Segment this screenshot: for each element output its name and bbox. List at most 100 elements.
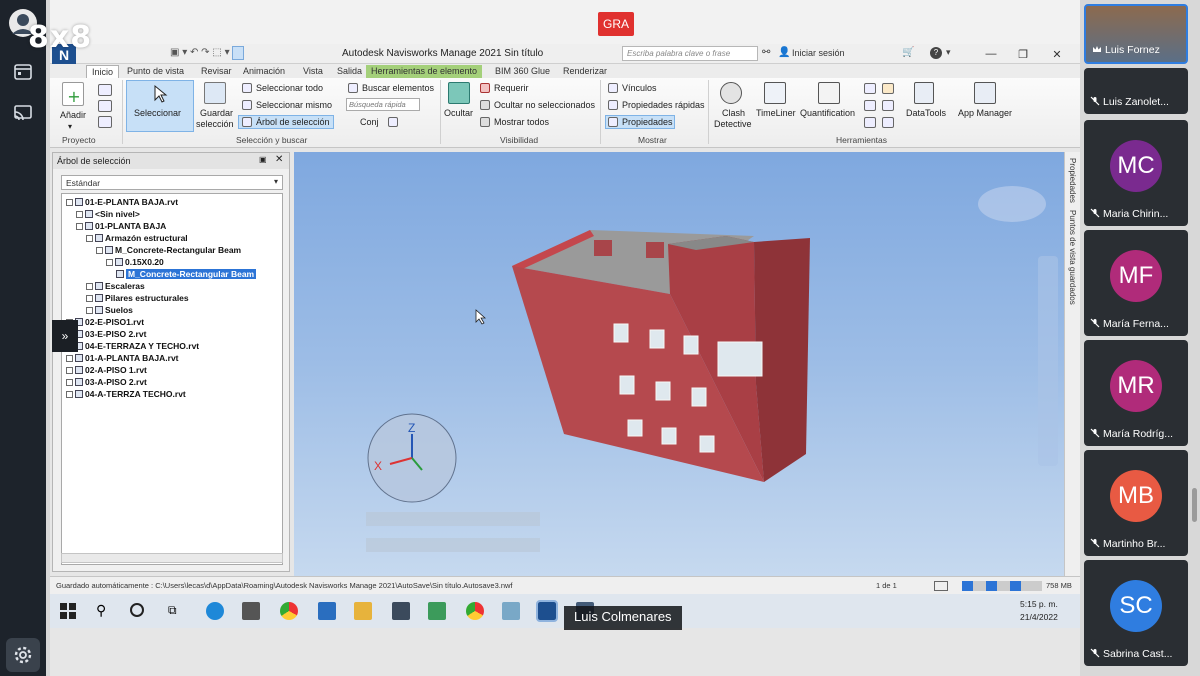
clash-label-2[interactable]: Detective [714, 119, 752, 129]
app-icon[interactable] [502, 602, 520, 620]
tab-punto-de-vista[interactable]: Punto de vista [122, 65, 189, 78]
datatools-button[interactable]: DataTools [906, 108, 946, 118]
tree-node[interactable]: Suelos [86, 304, 133, 316]
tool-small-icon[interactable] [882, 117, 894, 128]
tab-salida[interactable]: Salida [332, 65, 367, 78]
cart-icon[interactable]: 🛒 [902, 47, 914, 58]
sets-button[interactable]: Conj [360, 117, 379, 127]
chevron-down-icon[interactable]: ▾ [946, 47, 951, 58]
navisworks-taskbar-icon[interactable] [536, 600, 558, 622]
help-icon[interactable]: ? [930, 47, 942, 59]
excel-icon[interactable] [428, 602, 446, 620]
sets-icon[interactable] [388, 117, 398, 127]
expand-toggle-icon[interactable] [76, 223, 83, 230]
tree-node[interactable]: Escaleras [86, 280, 145, 292]
quick-find-input[interactable]: Búsqueda rápida [346, 98, 420, 111]
windows-start-icon[interactable] [60, 603, 76, 619]
select-cursor-icon[interactable] [232, 46, 244, 60]
expand-toggle-icon[interactable] [66, 355, 73, 362]
app-manager-button[interactable]: App Manager [958, 108, 1012, 118]
saved-viewpoints-side-tab[interactable]: Puntos de vista guardados [1068, 210, 1077, 305]
tab-animación[interactable]: Animación [238, 65, 290, 78]
expand-panel-button[interactable]: » [52, 320, 78, 352]
participant-scrollbar[interactable] [1192, 488, 1197, 522]
quick-access-toolbar-icon[interactable]: ▣ ▾ ↶ ↷ ⬚ ▾ [170, 47, 230, 58]
mail-icon[interactable] [318, 602, 336, 620]
keyword-search-input[interactable]: Escriba palabra clave o frase [622, 46, 758, 61]
tab-bim-360-glue[interactable]: BIM 360 Glue [490, 65, 555, 78]
store-icon[interactable] [242, 602, 260, 620]
participant-tile[interactable]: SC Sabrina Cast... [1084, 560, 1188, 666]
tree-node[interactable]: Pilares estructurales [86, 292, 189, 304]
calendar-button[interactable] [6, 54, 40, 88]
chrome-icon[interactable] [466, 602, 484, 620]
tree-mode-select[interactable]: Estándar ▾ [61, 175, 283, 190]
tree-node[interactable]: <Sin nivel> [76, 208, 140, 220]
expand-toggle-icon[interactable] [86, 307, 93, 314]
select-all-button[interactable]: Seleccionar todo [256, 83, 323, 93]
edge-icon[interactable] [206, 602, 224, 620]
signin-link[interactable]: Iniciar sesión [792, 48, 845, 58]
clash-label[interactable]: Clash [722, 108, 745, 118]
tool-small-icon[interactable] [864, 117, 876, 128]
participant-tile[interactable]: Luis Zanolet... [1084, 68, 1188, 114]
tool-small-icon[interactable] [882, 100, 894, 111]
select-same-button[interactable]: Seleccionar mismo [256, 100, 332, 110]
tree-node[interactable]: 0.15X0.20 [106, 256, 164, 268]
file-explorer-icon[interactable] [354, 602, 372, 620]
participant-tile[interactable]: MC Maria Chirin... [1084, 120, 1188, 226]
reset-icon[interactable] [98, 100, 112, 112]
options-icon[interactable] [98, 116, 112, 128]
chevron-down-icon[interactable]: ▾ [68, 122, 72, 131]
tab-vista[interactable]: Vista [298, 65, 328, 78]
tree-node[interactable]: M_Concrete-Rectangular Beam [96, 244, 241, 256]
tree-node[interactable]: 01-PLANTA BAJA [76, 220, 166, 232]
pin-icon[interactable]: ▣ [259, 155, 267, 164]
restore-button[interactable]: ❐ [1008, 46, 1038, 62]
participant-tile[interactable]: MB Martinho Br... [1084, 450, 1188, 556]
task-view-icon[interactable]: ⧉ [168, 603, 177, 618]
add-button[interactable]: Añadir [60, 110, 86, 120]
expand-toggle-icon[interactable] [66, 367, 73, 374]
expand-toggle-icon[interactable] [66, 379, 73, 386]
participant-tile[interactable]: Luis Fornez [1084, 4, 1188, 64]
expand-toggle-icon[interactable] [106, 259, 113, 266]
search-icon[interactable]: ⚲ [96, 602, 106, 619]
minimize-button[interactable]: — [976, 46, 1006, 62]
tool-small-icon[interactable] [882, 83, 894, 94]
links-button[interactable]: Vínculos [622, 83, 657, 93]
settings-button[interactable] [6, 638, 40, 672]
tree-node[interactable]: 02-A-PISO 1.rvt [66, 364, 147, 376]
chrome-icon[interactable] [280, 602, 298, 620]
navigation-bar[interactable] [1038, 256, 1058, 466]
tab-renderizar[interactable]: Renderizar [558, 65, 612, 78]
tool-small-icon[interactable] [864, 83, 876, 94]
binoculars-icon[interactable]: ⚯ [762, 47, 770, 58]
cast-button[interactable] [6, 96, 40, 130]
sheet-browser-icon[interactable] [934, 581, 948, 591]
close-button[interactable]: ✕ [1042, 46, 1072, 62]
participant-tile[interactable]: MF María Ferna... [1084, 230, 1188, 336]
timeliner-button[interactable]: TimeLiner [756, 108, 796, 118]
expand-toggle-icon[interactable] [76, 211, 83, 218]
save-selection-label-2[interactable]: selección [196, 119, 234, 129]
quantification-button[interactable]: Quantification [800, 108, 855, 118]
cortana-icon[interactable] [130, 603, 144, 617]
tree-node[interactable]: 04-A-TERRZA TECHO.rvt [66, 388, 186, 400]
expand-toggle-icon[interactable] [86, 295, 93, 302]
expand-toggle-icon[interactable] [96, 247, 103, 254]
tree-node[interactable]: 03-E-PISO 2.rvt [66, 328, 146, 340]
tree-node[interactable]: 04-E-TERRAZA Y TECHO.rvt [66, 340, 199, 352]
tree-node[interactable]: M_Concrete-Rectangular Beam [116, 268, 257, 280]
tree-node[interactable]: 01-E-PLANTA BAJA.rvt [66, 196, 178, 208]
hide-button[interactable]: Ocultar [444, 108, 473, 118]
find-items-button[interactable]: Buscar elementos [362, 83, 434, 93]
calculator-icon[interactable] [392, 602, 410, 620]
participant-tile[interactable]: MR María Rodríg... [1084, 340, 1188, 446]
3d-viewport[interactable]: Z X [294, 152, 1064, 576]
tab-herramientas-de-elemento[interactable]: Herramientas de elemento [366, 65, 483, 78]
tree-node[interactable]: Armazón estructural [86, 232, 188, 244]
unhide-all-button[interactable]: Mostrar todos [494, 117, 549, 127]
expand-toggle-icon[interactable] [66, 199, 73, 206]
tab-revisar[interactable]: Revisar [196, 65, 237, 78]
